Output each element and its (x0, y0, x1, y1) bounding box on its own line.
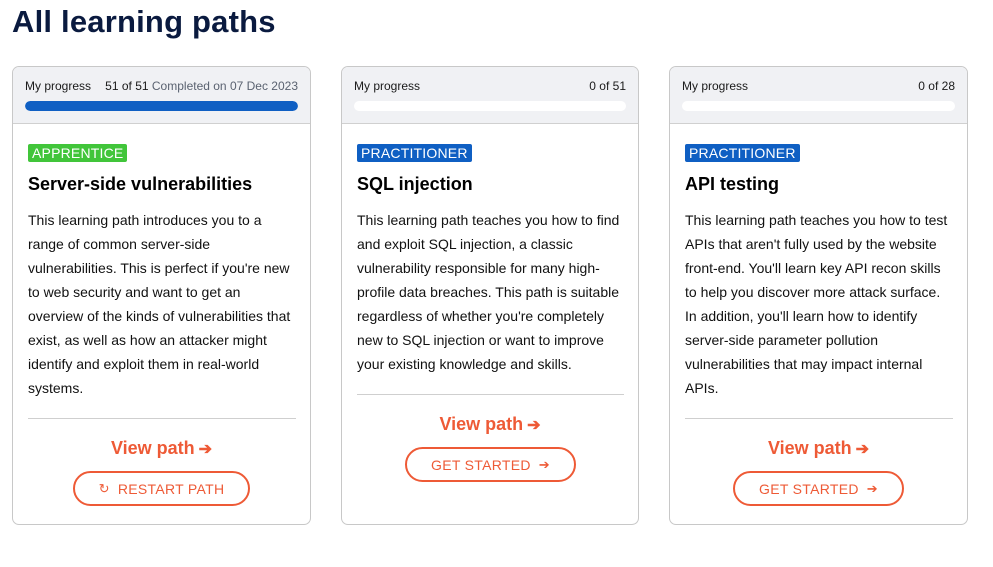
learning-path-card-api-testing: My progress 0 of 28 PRACTITIONER API tes… (669, 66, 968, 525)
progress-header: My progress 51 of 51 Completed on 07 Dec… (13, 67, 310, 124)
arrow-right-icon: ➔ (198, 441, 213, 458)
level-badge: PRACTITIONER (685, 144, 800, 162)
restart-path-button[interactable]: ↻ RESTART PATH (73, 471, 250, 506)
level-badge: PRACTITIONER (357, 144, 472, 162)
divider (685, 418, 953, 419)
view-path-link[interactable]: View path ➔ (13, 438, 310, 459)
view-path-link[interactable]: View path ➔ (670, 438, 967, 459)
get-started-button[interactable]: GET STARTED ➔ (733, 471, 904, 506)
view-path-link[interactable]: View path ➔ (342, 414, 638, 435)
progress-header: My progress 0 of 28 (670, 67, 967, 124)
arrow-right-icon: ➔ (527, 417, 541, 434)
card-title: Server-side vulnerabilities (28, 174, 253, 194)
progress-fill (25, 101, 298, 111)
learning-path-card-sql-injection: My progress 0 of 51 PRACTITIONER SQL inj… (341, 66, 639, 525)
level-badge: APPRENTICE (28, 144, 128, 162)
divider (28, 418, 296, 419)
progress-header: My progress 0 of 51 (342, 67, 638, 124)
get-started-button[interactable]: GET STARTED ➔ (405, 447, 576, 482)
restart-icon: ↻ (98, 480, 110, 496)
progress-bar (682, 101, 955, 111)
progress-label: My progress (354, 79, 421, 93)
progress-bar (354, 101, 626, 111)
card-description: This learning path teaches you how to te… (685, 212, 948, 396)
card-title: SQL injection (357, 174, 473, 194)
progress-label: My progress (682, 79, 749, 93)
card-description: This learning path teaches you how to fi… (357, 212, 620, 372)
progress-count: 0 of 28 (918, 79, 955, 93)
page-title: All learning paths (12, 4, 276, 39)
arrow-right-icon: ➔ (866, 480, 878, 496)
completed-date: Completed on 07 Dec 2023 (151, 79, 298, 93)
arrow-right-icon: ➔ (538, 456, 550, 472)
arrow-right-icon: ➔ (855, 441, 870, 458)
card-description: This learning path introduces you to a r… (28, 212, 291, 396)
progress-label: My progress (25, 79, 92, 93)
progress-count: 0 of 51 (589, 79, 626, 93)
progress-bar (25, 101, 298, 111)
card-title: API testing (685, 174, 780, 194)
divider (357, 394, 624, 395)
progress-count: 51 of 51 Completed on 07 Dec 2023 (105, 79, 298, 93)
learning-path-card-server-side: My progress 51 of 51 Completed on 07 Dec… (12, 66, 311, 525)
